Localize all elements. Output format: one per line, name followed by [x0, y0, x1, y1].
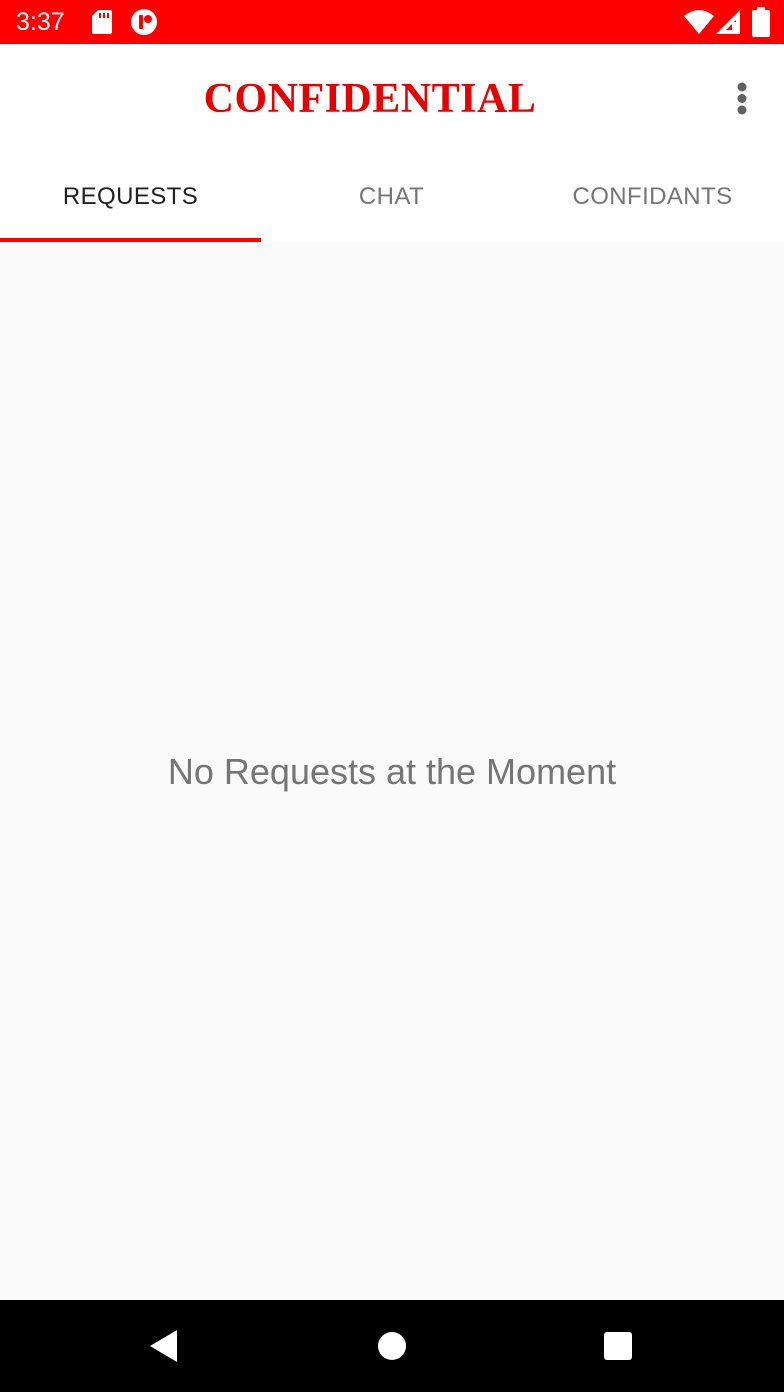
tab-label: REQUESTS: [62, 183, 199, 210]
notification-app-icon: [131, 9, 157, 35]
app-title: CONFIDENTIAL: [203, 76, 537, 122]
home-icon[interactable]: [364, 1318, 420, 1374]
tab-label: CHAT: [358, 183, 425, 210]
tab-chat[interactable]: CHAT: [261, 154, 522, 242]
status-bar: 3:37: [0, 0, 784, 44]
empty-state-message: No Requests at the Moment: [167, 751, 617, 792]
back-icon[interactable]: [136, 1318, 192, 1374]
tab-confidants[interactable]: CONFIDANTS: [522, 154, 783, 242]
requests-content: No Requests at the Moment: [0, 242, 784, 1300]
recents-icon[interactable]: [590, 1318, 646, 1374]
tab-requests[interactable]: REQUESTS: [0, 154, 261, 242]
more-vert-icon[interactable]: [718, 75, 766, 123]
system-nav-bar: [0, 1300, 784, 1392]
wifi-icon: [684, 10, 714, 34]
battery-icon: [752, 7, 770, 37]
app-bar: CONFIDENTIAL: [0, 44, 784, 154]
cell-signal-icon: [716, 10, 740, 34]
sd-card-icon: [92, 10, 112, 34]
tab-bar: REQUESTS CHAT CONFIDANTS: [0, 154, 784, 242]
status-time: 3:37: [16, 8, 65, 36]
tab-label: CONFIDANTS: [572, 183, 733, 210]
